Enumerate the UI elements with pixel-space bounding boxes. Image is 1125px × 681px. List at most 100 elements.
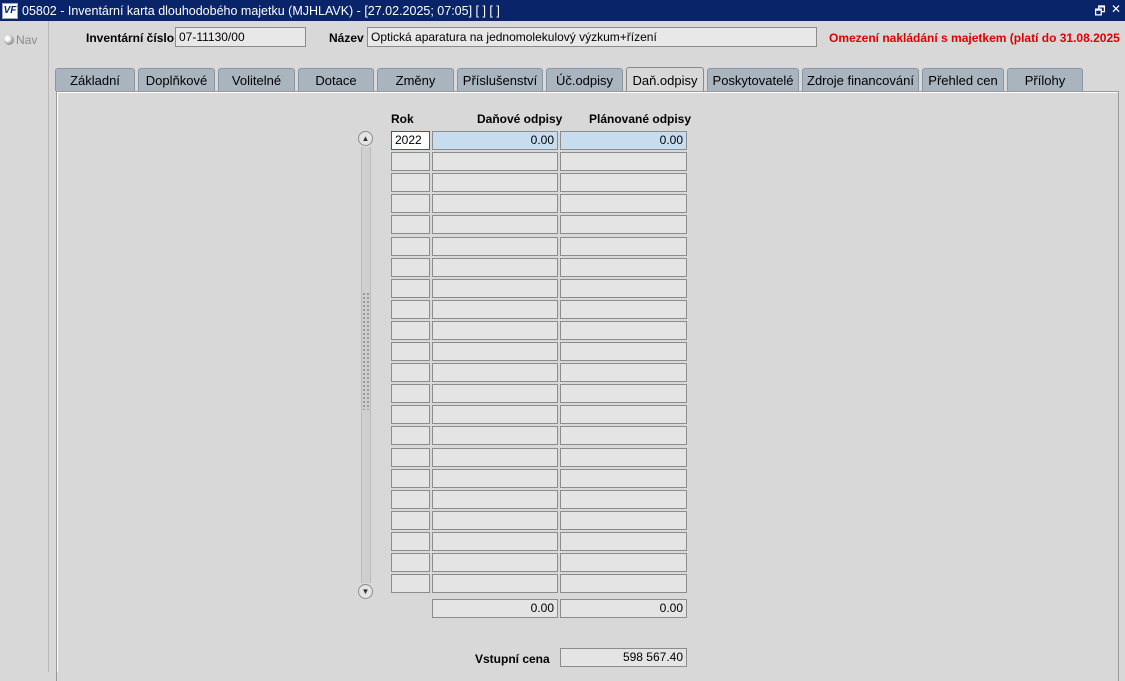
tab-3[interactable]: Dotace xyxy=(298,68,374,91)
scroll-thumb[interactable] xyxy=(362,292,370,410)
row-planned-cell[interactable] xyxy=(560,194,687,213)
tab-6[interactable]: Úč.odpisy xyxy=(546,68,623,91)
row-year-cell[interactable] xyxy=(391,490,430,509)
row-year-cell[interactable]: 2022 xyxy=(391,131,430,150)
row-year-cell[interactable] xyxy=(391,532,430,551)
row-planned-cell[interactable] xyxy=(560,469,687,488)
row-year-cell[interactable] xyxy=(391,258,430,277)
tab-5[interactable]: Příslušenství xyxy=(457,68,543,91)
name-field[interactable]: Optická aparatura na jednomolekulový výz… xyxy=(367,27,817,47)
row-tax-cell[interactable] xyxy=(432,490,558,509)
row-year-cell[interactable] xyxy=(391,321,430,340)
restriction-warning: Omezení nakládání s majetkem (platí do 3… xyxy=(829,31,1120,45)
row-year-cell[interactable] xyxy=(391,426,430,445)
inventory-number-label: Inventární číslo xyxy=(86,31,175,45)
row-tax-cell[interactable] xyxy=(432,405,558,424)
row-planned-cell[interactable] xyxy=(560,152,687,171)
tab-1[interactable]: Doplňkové xyxy=(138,68,215,91)
name-label: Název xyxy=(329,31,364,45)
row-planned-cell[interactable] xyxy=(560,405,687,424)
row-tax-cell[interactable] xyxy=(432,574,558,593)
tab-9[interactable]: Zdroje financování xyxy=(802,68,919,91)
row-planned-cell[interactable] xyxy=(560,532,687,551)
row-planned-cell[interactable] xyxy=(560,490,687,509)
row-planned-cell[interactable] xyxy=(560,511,687,530)
row-planned-cell[interactable] xyxy=(560,279,687,298)
row-year-cell[interactable] xyxy=(391,300,430,319)
row-tax-cell[interactable] xyxy=(432,511,558,530)
row-planned-cell[interactable]: 0.00 xyxy=(560,131,687,150)
tab-2[interactable]: Volitelné xyxy=(218,68,295,91)
row-tax-cell[interactable] xyxy=(432,152,558,171)
row-year-cell[interactable] xyxy=(391,469,430,488)
row-planned-cell[interactable] xyxy=(560,215,687,234)
row-tax-cell[interactable]: 0.00 xyxy=(432,131,558,150)
scroll-up-icon[interactable]: ▲ xyxy=(358,131,373,146)
tab-4[interactable]: Změny xyxy=(377,68,454,91)
row-year-cell[interactable] xyxy=(391,405,430,424)
row-tax-cell[interactable] xyxy=(432,384,558,403)
total-tax-field: 0.00 xyxy=(432,599,558,618)
nav-radio[interactable]: Nav xyxy=(4,33,37,47)
row-year-cell[interactable] xyxy=(391,237,430,256)
restore-icon[interactable]: 🗗 xyxy=(1094,2,1106,23)
radio-icon xyxy=(4,35,14,45)
row-tax-cell[interactable] xyxy=(432,237,558,256)
row-tax-cell[interactable] xyxy=(432,363,558,382)
row-tax-cell[interactable] xyxy=(432,448,558,467)
row-year-cell[interactable] xyxy=(391,279,430,298)
row-year-cell[interactable] xyxy=(391,384,430,403)
entry-price-label: Vstupní cena xyxy=(475,652,550,666)
tab-8[interactable]: Poskytovatelé xyxy=(707,68,799,91)
row-planned-cell[interactable] xyxy=(560,173,687,192)
inventory-number-field[interactable]: 07-11130/00 xyxy=(175,27,306,47)
entry-price-field[interactable]: 598 567.40 xyxy=(560,648,687,667)
row-year-cell[interactable] xyxy=(391,448,430,467)
row-year-cell[interactable] xyxy=(391,363,430,382)
row-tax-cell[interactable] xyxy=(432,553,558,572)
row-planned-cell[interactable] xyxy=(560,342,687,361)
row-year-cell[interactable] xyxy=(391,173,430,192)
total-planned-field: 0.00 xyxy=(560,599,687,618)
row-tax-cell[interactable] xyxy=(432,194,558,213)
row-tax-cell[interactable] xyxy=(432,321,558,340)
row-planned-cell[interactable] xyxy=(560,384,687,403)
row-planned-cell[interactable] xyxy=(560,300,687,319)
row-planned-cell[interactable] xyxy=(560,321,687,340)
col-header-planned: Plánované odpisy xyxy=(589,112,692,126)
row-planned-cell[interactable] xyxy=(560,574,687,593)
row-tax-cell[interactable] xyxy=(432,215,558,234)
left-navigation-strip: Nav xyxy=(0,21,49,672)
row-year-cell[interactable] xyxy=(391,215,430,234)
tab-11[interactable]: Přílohy xyxy=(1007,68,1083,91)
tab-0[interactable]: Základní xyxy=(55,68,135,91)
row-year-cell[interactable] xyxy=(391,511,430,530)
window-title: 05802 - Inventární karta dlouhodobého ma… xyxy=(22,3,500,18)
row-planned-cell[interactable] xyxy=(560,237,687,256)
row-planned-cell[interactable] xyxy=(560,258,687,277)
row-tax-cell[interactable] xyxy=(432,342,558,361)
row-tax-cell[interactable] xyxy=(432,173,558,192)
row-year-cell[interactable] xyxy=(391,194,430,213)
row-tax-cell[interactable] xyxy=(432,532,558,551)
row-year-cell[interactable] xyxy=(391,553,430,572)
col-header-tax: Daňové odpisy xyxy=(477,112,563,126)
close-icon[interactable]: ✕ xyxy=(1110,2,1122,23)
row-year-cell[interactable] xyxy=(391,574,430,593)
row-tax-cell[interactable] xyxy=(432,469,558,488)
row-tax-cell[interactable] xyxy=(432,279,558,298)
title-bar: VF 05802 - Inventární karta dlouhodobého… xyxy=(0,0,1125,21)
row-year-cell[interactable] xyxy=(391,342,430,361)
scroll-down-icon[interactable]: ▼ xyxy=(358,584,373,599)
col-header-year: Rok xyxy=(391,112,414,126)
row-tax-cell[interactable] xyxy=(432,300,558,319)
row-planned-cell[interactable] xyxy=(560,553,687,572)
row-tax-cell[interactable] xyxy=(432,258,558,277)
row-planned-cell[interactable] xyxy=(560,448,687,467)
row-year-cell[interactable] xyxy=(391,152,430,171)
tab-7[interactable]: Daň.odpisy xyxy=(626,67,704,92)
row-planned-cell[interactable] xyxy=(560,426,687,445)
row-tax-cell[interactable] xyxy=(432,426,558,445)
tab-10[interactable]: Přehled cen xyxy=(922,68,1004,91)
row-planned-cell[interactable] xyxy=(560,363,687,382)
